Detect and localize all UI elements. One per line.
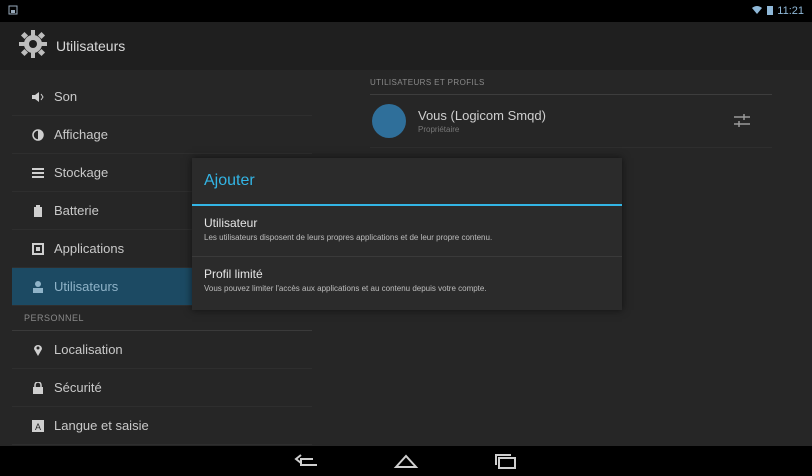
keyboard-icon: A xyxy=(30,418,46,434)
option-title: Utilisateur xyxy=(204,216,258,230)
dialog-title: Ajouter xyxy=(204,172,255,189)
location-icon xyxy=(30,342,46,358)
option-description: Les utilisateurs disposent de leurs prop… xyxy=(204,233,493,242)
tune-settings-icon[interactable] xyxy=(732,111,752,131)
option-description: Vous pouvez limiter l'accès aux applicat… xyxy=(204,284,487,293)
battery-status-icon xyxy=(767,5,774,18)
sidebar-item-localisation[interactable]: Localisation xyxy=(12,331,312,369)
notification-icon xyxy=(8,5,18,18)
brightness-icon xyxy=(30,127,46,143)
back-icon[interactable] xyxy=(291,451,321,471)
profile-row-owner[interactable]: Vous (Logicom Smqd) Propriétaire xyxy=(370,95,772,148)
sidebar-item-label: Applications xyxy=(54,241,125,256)
sidebar-item-label: Stockage xyxy=(54,165,109,180)
storage-icon xyxy=(30,165,46,181)
home-icon[interactable] xyxy=(391,451,421,471)
wifi-icon xyxy=(751,5,763,18)
avatar xyxy=(372,104,406,138)
battery-icon xyxy=(30,203,46,219)
sidebar-item-son[interactable]: Son xyxy=(12,78,312,116)
sidebar-item-label: Affichage xyxy=(54,127,108,142)
action-bar: Utilisateurs xyxy=(0,22,812,70)
apps-icon xyxy=(30,241,46,257)
recent-apps-icon[interactable] xyxy=(491,451,521,471)
sidebar-item-langue[interactable]: A Langue et saisie xyxy=(12,407,312,445)
add-user-dialog: Ajouter Utilisateur Les utilisateurs dis… xyxy=(192,158,622,310)
sidebar-item-label: Utilisateurs xyxy=(54,279,119,294)
option-title: Profil limité xyxy=(204,267,263,281)
sidebar-item-label: Son xyxy=(54,89,78,104)
navigation-bar xyxy=(0,446,812,476)
option-profil-limite[interactable]: Profil limité Vous pouvez limiter l'accè… xyxy=(192,257,622,308)
svg-text:A: A xyxy=(35,422,41,432)
sidebar-item-label: Batterie xyxy=(54,203,99,218)
page-title: Utilisateurs xyxy=(56,38,126,54)
settings-gear-icon[interactable] xyxy=(18,29,48,64)
lock-icon xyxy=(30,380,46,396)
option-utilisateur[interactable]: Utilisateur Les utilisateurs disposent d… xyxy=(192,206,622,257)
user-icon xyxy=(30,279,46,295)
profile-role: Propriétaire xyxy=(418,125,460,134)
volume-icon xyxy=(30,89,46,105)
sidebar-item-securite[interactable]: Sécurité xyxy=(12,369,312,407)
users-section-header: UTILISATEURS ET PROFILS xyxy=(370,70,772,95)
sidebar-item-label: Localisation xyxy=(54,342,123,357)
clock: 11:21 xyxy=(777,5,804,17)
sidebar-item-label: Sécurité xyxy=(54,380,102,395)
users-pane: UTILISATEURS ET PROFILS Vous (Logicom Sm… xyxy=(370,70,772,148)
sidebar-item-affichage[interactable]: Affichage xyxy=(12,116,312,154)
profile-name: Vous (Logicom Smqd) xyxy=(418,108,546,123)
sidebar-item-label: Langue et saisie xyxy=(54,418,149,433)
status-bar: 11:21 xyxy=(0,0,812,22)
